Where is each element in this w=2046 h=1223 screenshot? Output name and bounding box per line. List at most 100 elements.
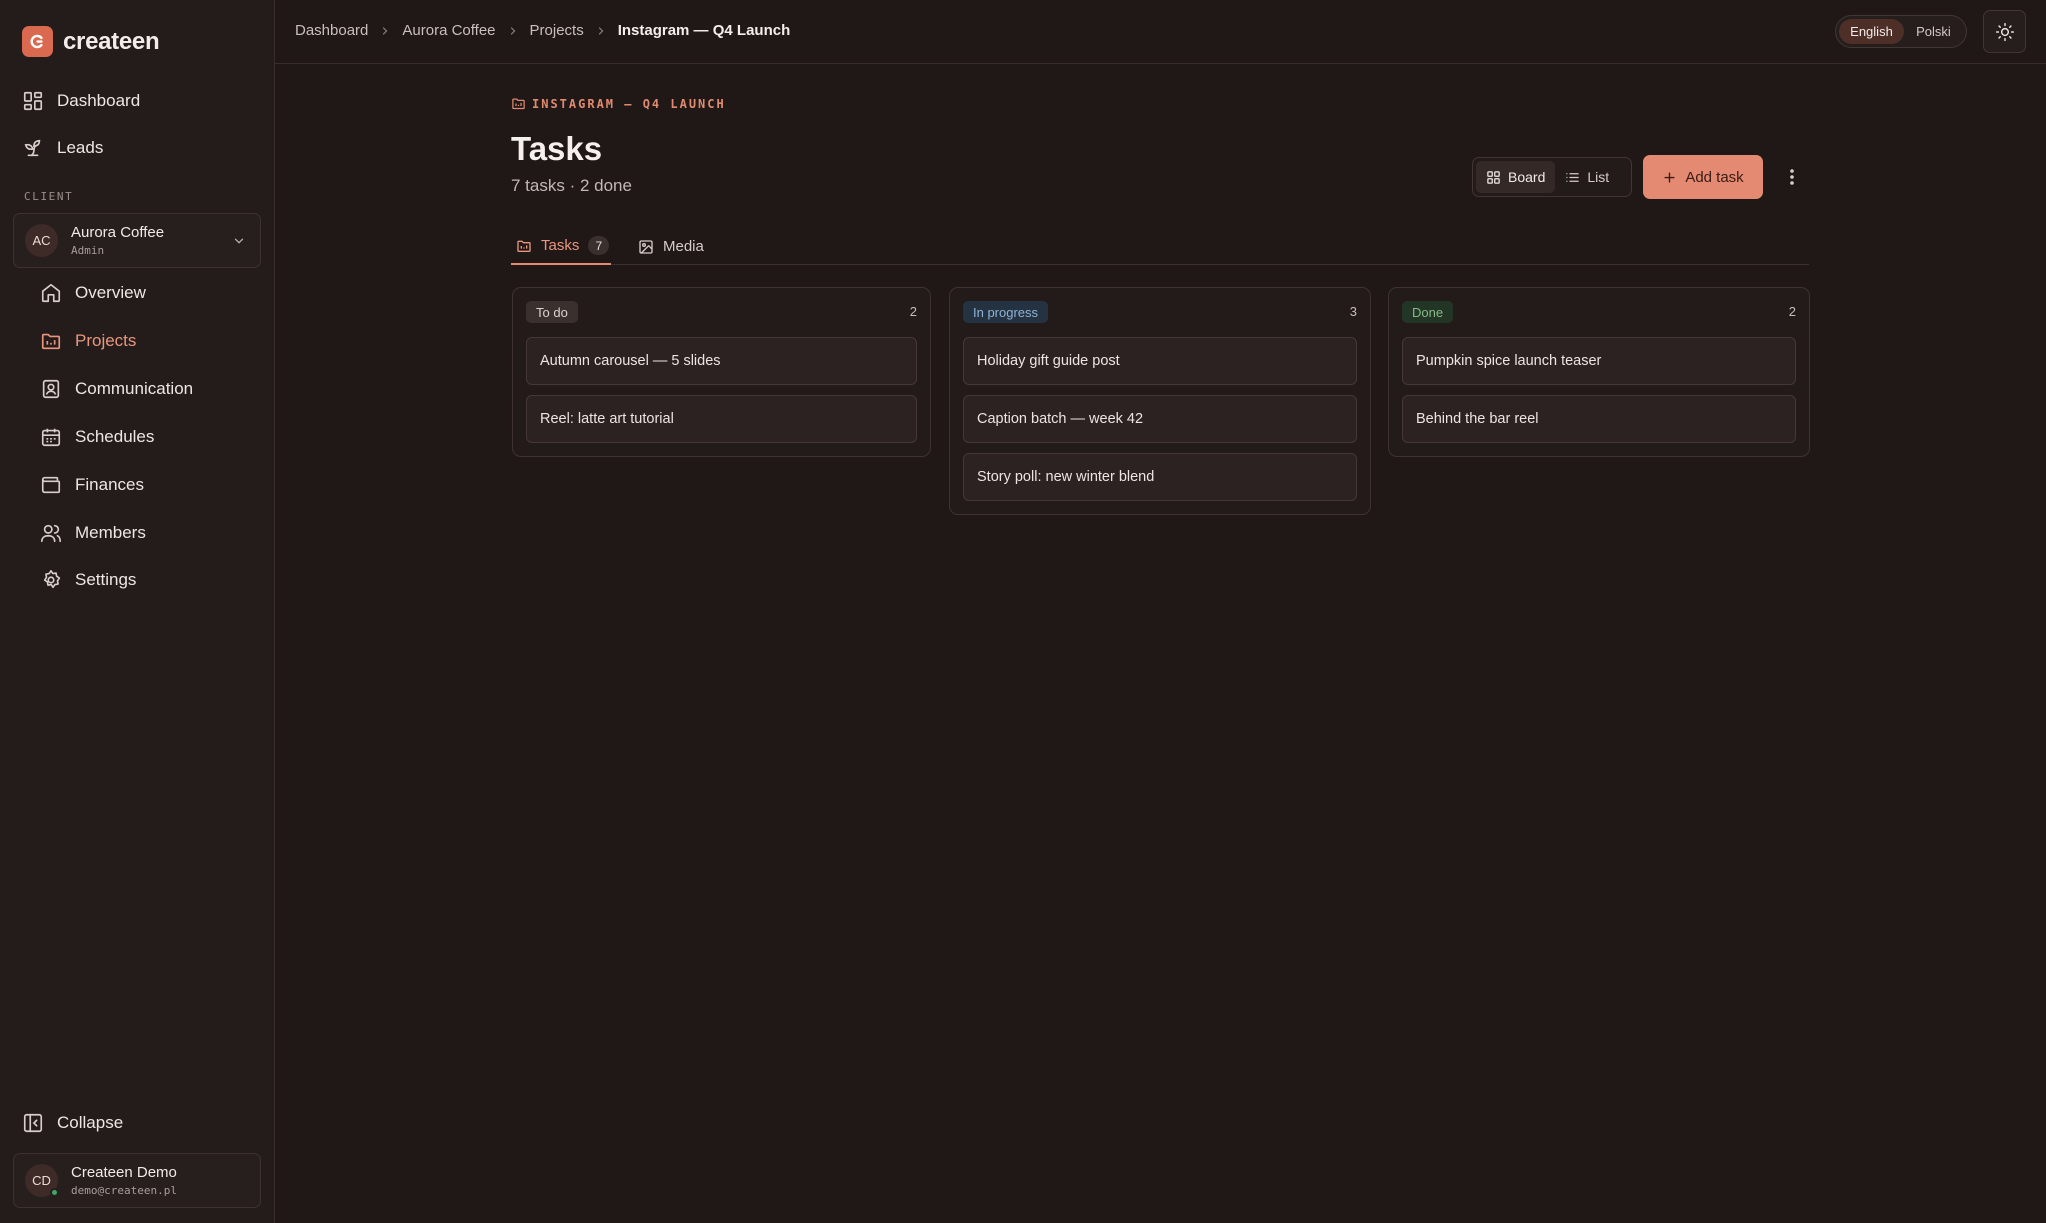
task-card[interactable]: Reel: latte art tutorial	[526, 395, 917, 443]
tab-tasks[interactable]: Tasks 7	[511, 228, 611, 265]
client-name: Aurora Coffee	[71, 224, 165, 241]
breadcrumb-projects[interactable]: Projects	[530, 22, 584, 39]
users-icon	[40, 522, 62, 544]
user-email: demo@createen.pl	[71, 1184, 177, 1197]
breadcrumb-dashboard[interactable]: Dashboard	[295, 22, 368, 39]
dashboard-grid-icon	[22, 90, 44, 112]
client-role: Admin	[71, 244, 105, 257]
folder-icon	[511, 96, 526, 111]
sidebar-item-projects[interactable]: Projects	[40, 323, 136, 359]
list-view-label: List	[1587, 169, 1610, 185]
list-icon	[1565, 170, 1580, 185]
task-summary: 7 tasks · 2 done	[511, 176, 632, 195]
createen-logo-icon	[22, 26, 53, 57]
client-avatar: AC	[25, 224, 58, 257]
tab-label: Media	[663, 238, 704, 255]
chevron-right-icon	[595, 25, 607, 37]
tab-label: Tasks	[541, 237, 580, 254]
tab-count-badge: 7	[588, 236, 610, 255]
sidebar-item-dashboard[interactable]: Dashboard	[22, 83, 140, 119]
user-profile-card[interactable]: CD Createen Demo demo@createen.pl	[13, 1153, 261, 1208]
collapse-label: Collapse	[57, 1113, 124, 1132]
app-logo[interactable]: createen	[22, 26, 160, 57]
sidebar-item-label: Members	[75, 523, 146, 542]
online-status-dot	[50, 1188, 59, 1197]
chevron-right-icon	[507, 25, 519, 37]
board-view-label: Board	[1508, 169, 1546, 185]
list-view-button[interactable]: List	[1555, 161, 1619, 193]
column-count: 2	[1788, 304, 1796, 319]
user-name: Createen Demo	[71, 1164, 177, 1181]
gear-icon	[40, 569, 62, 591]
sidebar-item-label: Projects	[75, 331, 137, 350]
user-initials: CD	[32, 1173, 51, 1188]
status-badge: In progress	[963, 301, 1049, 323]
task-card[interactable]: Autumn carousel — 5 slides	[526, 337, 917, 385]
contact-card-icon	[40, 378, 62, 400]
sidebar-item-settings[interactable]: Settings	[40, 562, 136, 598]
board-grid-icon	[1486, 170, 1501, 185]
sidebar-item-communication[interactable]: Communication	[40, 371, 193, 407]
sidebar-item-schedules[interactable]: Schedules	[40, 419, 154, 455]
sidebar-item-label: Overview	[75, 283, 146, 302]
task-card[interactable]: Pumpkin spice launch teaser	[1402, 337, 1796, 385]
language-switcher: English Polski	[1835, 15, 1967, 48]
more-vertical-icon	[1789, 168, 1795, 186]
image-icon	[638, 239, 654, 255]
top-bar: Dashboard Aurora Coffee Projects Instagr…	[275, 0, 2046, 64]
sidebar-item-overview[interactable]: Overview	[40, 275, 146, 311]
sidebar-item-finances[interactable]: Finances	[40, 467, 144, 503]
chevron-right-icon	[379, 25, 391, 37]
plus-icon	[1662, 170, 1677, 185]
add-task-button[interactable]: Add task	[1643, 155, 1763, 199]
sidebar-item-label: Finances	[75, 475, 144, 494]
task-card[interactable]: Holiday gift guide post	[963, 337, 1357, 385]
task-card[interactable]: Behind the bar reel	[1402, 395, 1796, 443]
more-options-button[interactable]	[1778, 160, 1806, 194]
sidebar-item-label: Dashboard	[57, 91, 141, 110]
breadcrumb-current: Instagram — Q4 Launch	[617, 22, 791, 39]
sidebar-item-label: Leads	[57, 138, 104, 157]
page-title: Tasks	[511, 130, 603, 167]
language-option-polski[interactable]: Polski	[1904, 19, 1963, 44]
task-card[interactable]: Story poll: new winter blend	[963, 453, 1357, 501]
column-count: 3	[1349, 304, 1357, 319]
status-badge: Done	[1402, 301, 1454, 323]
folder-icon	[40, 330, 62, 352]
panel-collapse-icon	[22, 1112, 44, 1134]
sun-icon	[1995, 22, 2015, 42]
view-switcher: Board List	[1472, 157, 1632, 197]
sidebar-item-members[interactable]: Members	[40, 515, 146, 551]
client-switcher[interactable]: AC Aurora Coffee Admin	[13, 213, 261, 268]
avatar: CD	[25, 1164, 59, 1197]
theme-toggle-button[interactable]	[1983, 10, 2026, 53]
sprout-icon	[22, 137, 44, 159]
breadcrumb: Dashboard Aurora Coffee Projects Instagr…	[295, 22, 790, 39]
sidebar-item-label: Schedules	[75, 427, 155, 446]
folder-icon	[516, 238, 532, 254]
client-section-label: CLIENT	[24, 190, 74, 203]
breadcrumb-client[interactable]: Aurora Coffee	[402, 22, 495, 39]
app-name: createen	[63, 27, 160, 55]
wallet-icon	[40, 474, 62, 496]
sidebar-item-leads[interactable]: Leads	[22, 130, 103, 166]
tab-media[interactable]: Media	[638, 228, 704, 265]
column-count: 2	[909, 304, 917, 319]
sidebar-item-label: Settings	[75, 570, 137, 589]
column-in-progress: In progress 3 Holiday gift guide post Ca…	[949, 287, 1371, 515]
collapse-sidebar-button[interactable]: Collapse	[22, 1105, 123, 1141]
column-to-do: To do 2 Autumn carousel — 5 slides Reel:…	[512, 287, 931, 457]
language-option-english[interactable]: English	[1839, 19, 1904, 44]
home-icon	[40, 282, 62, 304]
calendar-icon	[40, 426, 62, 448]
task-card[interactable]: Caption batch — week 42	[963, 395, 1357, 443]
project-name: INSTAGRAM — Q4 LAUNCH	[532, 96, 726, 111]
column-done: Done 2 Pumpkin spice launch teaser Behin…	[1388, 287, 1810, 457]
add-task-label: Add task	[1685, 168, 1744, 186]
chevron-down-icon	[232, 234, 246, 248]
project-tabs: Tasks 7 Media	[511, 228, 1809, 265]
status-badge: To do	[526, 301, 578, 323]
project-eyebrow: INSTAGRAM — Q4 LAUNCH	[511, 96, 726, 111]
sidebar: createen Dashboard Leads CLIENT AC Auror…	[0, 0, 275, 1223]
board-view-button[interactable]: Board	[1476, 161, 1556, 193]
